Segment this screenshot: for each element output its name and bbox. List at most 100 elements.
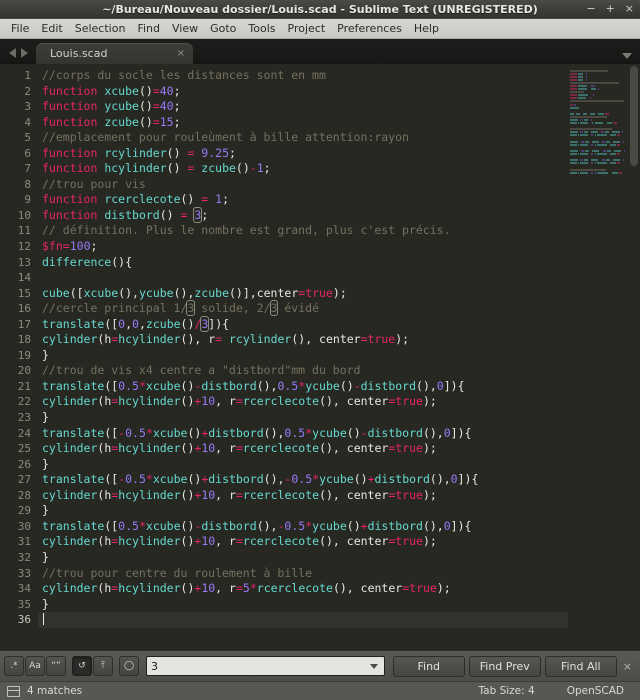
line-number: 22 — [0, 394, 31, 410]
line-number: 18 — [0, 332, 31, 348]
find-close-icon[interactable]: × — [617, 660, 636, 673]
chevron-down-icon[interactable] — [370, 664, 378, 669]
find-input[interactable]: 3 — [146, 656, 385, 676]
code-line[interactable]: cylinder(h=hcylinder()+10, r=rcerclecote… — [38, 534, 640, 550]
line-number: 23 — [0, 410, 31, 426]
tab-size-label[interactable]: Tab Size: 4 — [462, 685, 550, 697]
code-line[interactable]: //cercle principal 1/3 solide, 2/3 évidé — [38, 301, 640, 317]
code-line[interactable]: translate([0.5*xcube()-distbord(),0.5*yc… — [38, 379, 640, 395]
minimap[interactable] — [568, 64, 628, 650]
code-line[interactable]: //trou pour vis — [38, 177, 640, 193]
line-number: 9 — [0, 192, 31, 208]
status-bar: 4 matches Tab Size: 4 OpenSCAD — [0, 681, 640, 700]
code-line[interactable]: function ycube()=40; — [38, 99, 640, 115]
find-toggle-highlight-results-icon[interactable]: ◯ — [119, 656, 139, 676]
find-toggle-regex-icon[interactable]: .* — [4, 656, 24, 676]
menu-selection[interactable]: Selection — [69, 20, 132, 37]
code-line[interactable]: } — [38, 503, 640, 519]
find-button[interactable]: Find — [393, 656, 465, 677]
line-number: 21 — [0, 379, 31, 395]
search-match: 3 — [270, 300, 279, 316]
code-line[interactable]: translate([0.5*xcube()-distbord(),-0.5*y… — [38, 519, 640, 535]
tab-close-icon[interactable]: × — [161, 48, 185, 59]
code-line[interactable]: function xcube()=40; — [38, 84, 640, 100]
find-toggle-wrap-icon[interactable]: ↺ — [72, 656, 92, 676]
line-number: 36 — [0, 612, 31, 628]
editor-area[interactable]: 1234567891011121314151617181920212223242… — [0, 64, 640, 650]
find-prev-button[interactable]: Find Prev — [469, 656, 541, 677]
tab-louis-scad[interactable]: Louis.scad × — [36, 43, 193, 64]
code-line[interactable]: } — [38, 410, 640, 426]
code-line[interactable]: } — [38, 348, 640, 364]
code-line[interactable]: } — [38, 597, 640, 613]
menu-goto[interactable]: Goto — [204, 20, 242, 37]
line-number: 5 — [0, 130, 31, 146]
vertical-scrollbar[interactable] — [628, 64, 640, 650]
search-match: 3 — [193, 207, 202, 223]
menu-file[interactable]: File — [5, 20, 35, 37]
find-toggle-in-selection-icon[interactable]: ⤒ — [93, 656, 113, 676]
menu-preferences[interactable]: Preferences — [331, 20, 408, 37]
minimize-button[interactable]: − — [586, 0, 595, 18]
line-number: 28 — [0, 488, 31, 504]
menu-bar: FileEditSelectionFindViewGotoToolsProjec… — [0, 19, 640, 39]
code-content[interactable]: //corps du socle les distances sont en m… — [38, 64, 640, 650]
code-line[interactable]: function zcube()=15; — [38, 115, 640, 131]
close-button[interactable]: × — [625, 0, 634, 18]
code-line[interactable]: function hcylinder() = zcube()-1; — [38, 161, 640, 177]
code-line[interactable] — [38, 270, 640, 286]
line-number: 29 — [0, 503, 31, 519]
code-line[interactable]: cylinder(h=hcylinder()+10, r=5*rcercleco… — [38, 581, 640, 597]
code-line[interactable]: difference(){ — [38, 255, 640, 271]
arrow-right-icon[interactable] — [21, 48, 28, 58]
code-line[interactable]: //trou pour centre du roulement à bille — [38, 566, 640, 582]
line-number: 35 — [0, 597, 31, 613]
find-input-value: 3 — [151, 660, 370, 673]
code-line[interactable]: translate([-0.5*xcube()+distbord(),0.5*y… — [38, 426, 640, 442]
title-bar: ~/Bureau/Nouveau dossier/Louis.scad - Su… — [0, 0, 640, 19]
code-line[interactable]: $fn=100; — [38, 239, 640, 255]
window-title: ~/Bureau/Nouveau dossier/Louis.scad - Su… — [102, 3, 538, 16]
line-number-gutter: 1234567891011121314151617181920212223242… — [0, 64, 38, 650]
code-line[interactable]: translate([-0.5*xcube()+distbord(),-0.5*… — [38, 472, 640, 488]
find-toggle-whole-word-icon[interactable]: “” — [46, 656, 66, 676]
code-line[interactable]: //corps du socle les distances sont en m… — [38, 68, 640, 84]
line-number: 17 — [0, 317, 31, 333]
find-all-button[interactable]: Find All — [545, 656, 617, 677]
code-line[interactable]: cube([xcube(),ycube(),zcube()],center=tr… — [38, 286, 640, 302]
code-line[interactable] — [38, 612, 640, 628]
code-line[interactable]: function distbord() = 3; — [38, 208, 640, 224]
code-line[interactable]: cylinder(h=hcylinder()+10, r=rcerclecote… — [38, 394, 640, 410]
code-line[interactable]: cylinder(h=hcylinder(), r= rcylinder(), … — [38, 332, 640, 348]
text-cursor — [43, 613, 44, 625]
syntax-label[interactable]: OpenSCAD — [551, 685, 640, 697]
code-line[interactable]: function rcerclecote() = 1; — [38, 192, 640, 208]
code-line[interactable]: } — [38, 550, 640, 566]
code-line[interactable]: //trou de vis x4 centre a "distbord"mm d… — [38, 363, 640, 379]
scrollbar-thumb[interactable] — [630, 66, 638, 166]
tab-scroll-arrows[interactable] — [0, 48, 36, 64]
match-count-label: 4 matches — [27, 685, 82, 697]
line-number: 34 — [0, 581, 31, 597]
code-line[interactable]: cylinder(h=hcylinder()+10, r=rcerclecote… — [38, 488, 640, 504]
line-number: 1 — [0, 68, 31, 84]
code-line[interactable]: // définition. Plus le nombre est grand,… — [38, 223, 640, 239]
line-number: 27 — [0, 472, 31, 488]
menu-view[interactable]: View — [166, 20, 204, 37]
menu-find[interactable]: Find — [131, 20, 166, 37]
tab-overflow-icon[interactable] — [622, 53, 632, 59]
menu-project[interactable]: Project — [282, 20, 332, 37]
arrow-left-icon[interactable] — [9, 48, 16, 58]
code-line[interactable]: function rcylinder() = 9.25; — [38, 146, 640, 162]
maximize-button[interactable]: + — [606, 0, 615, 18]
menu-edit[interactable]: Edit — [35, 20, 68, 37]
find-toggle-case-sensitive-icon[interactable]: Aa — [25, 656, 45, 676]
menu-tools[interactable]: Tools — [242, 20, 281, 37]
sidebar-toggle-icon[interactable] — [7, 686, 20, 697]
code-line[interactable]: //emplacement pour rouleùment à bille at… — [38, 130, 640, 146]
menu-help[interactable]: Help — [408, 20, 445, 37]
code-line[interactable]: cylinder(h=hcylinder()+10, r=rcerclecote… — [38, 441, 640, 457]
code-line[interactable]: translate([0,0,zcube()/3]){ — [38, 317, 640, 333]
line-number: 16 — [0, 301, 31, 317]
code-line[interactable]: } — [38, 457, 640, 473]
